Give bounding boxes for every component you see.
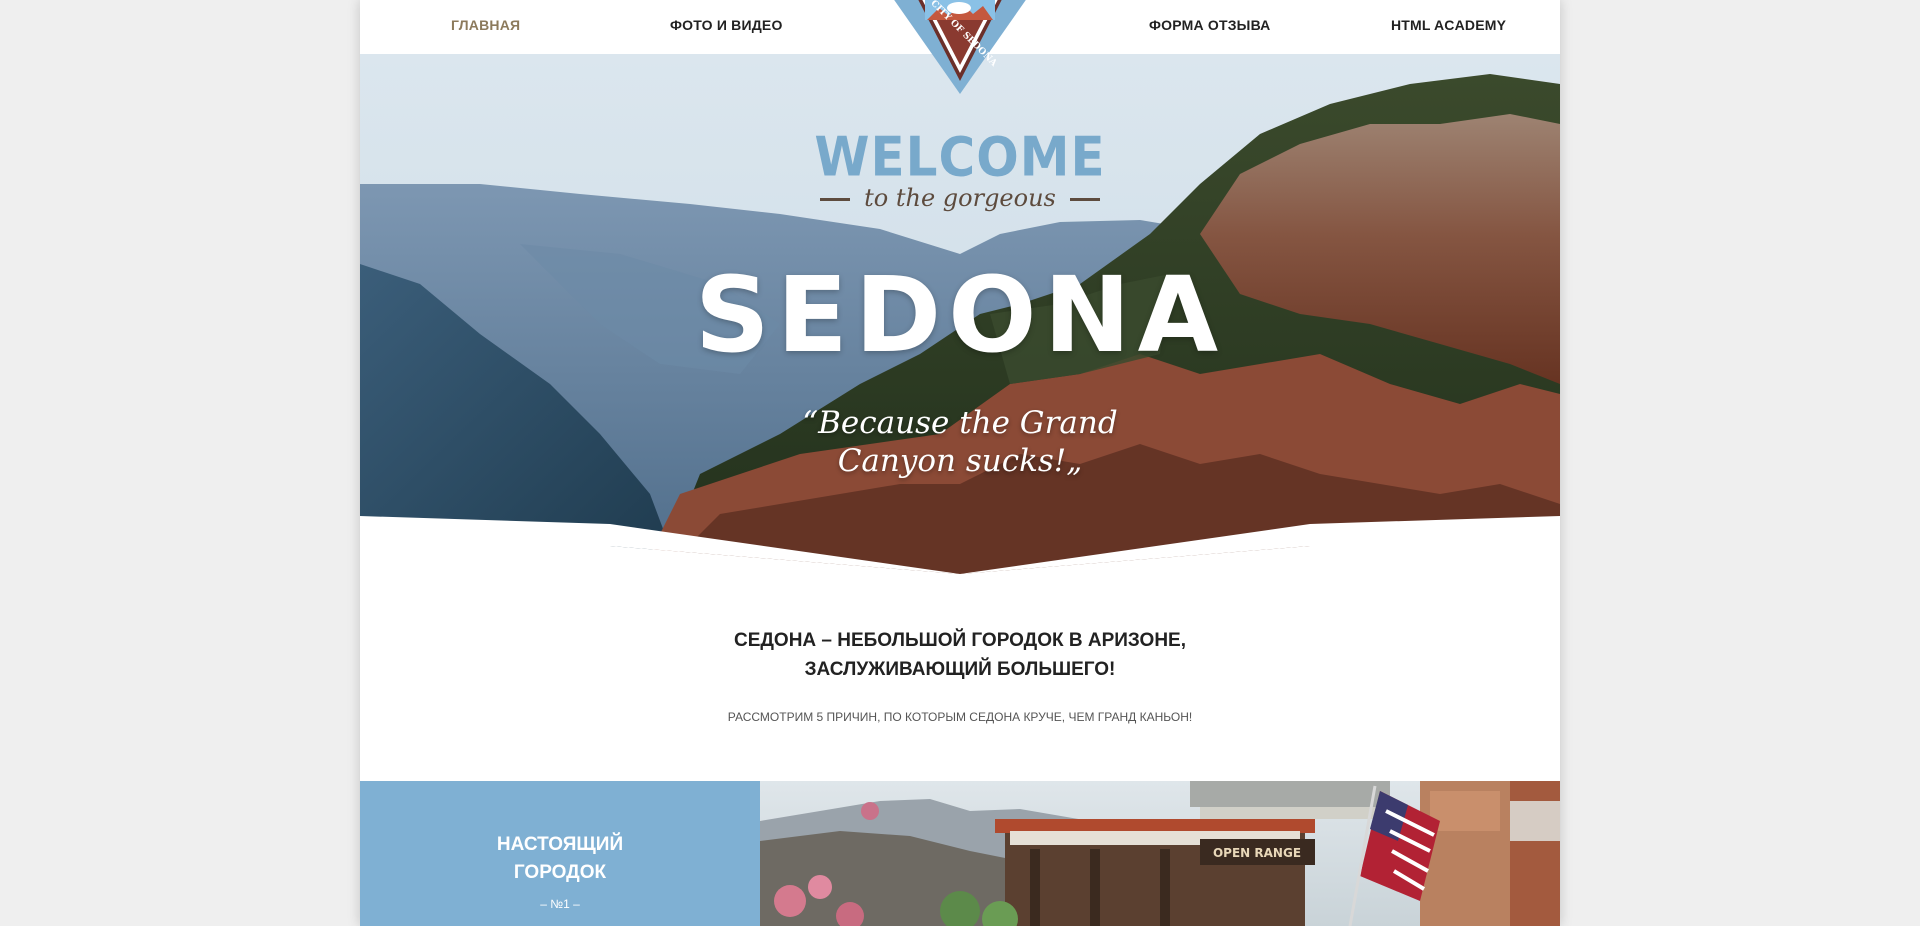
feature-title-line1: НАСТОЯЩИЙ <box>496 834 624 855</box>
nav-link-photo-video[interactable]: ФОТО И ВИДЕО <box>670 17 783 33</box>
feature-number: – №1 – <box>540 897 580 911</box>
city-logo[interactable]: CITY OF SEDONA <box>869 0 1051 94</box>
hero-subtitle-text: to the gorgeous <box>864 184 1056 212</box>
nav-link-home[interactable]: ГЛАВНАЯ <box>451 17 520 33</box>
intro-title-line2: ЗАСЛУЖИВАЮЩИЙ БОЛЬШЕГО! <box>804 659 1116 680</box>
hero-tagline-line1: “Because the Grand <box>802 405 1118 441</box>
hero-welcome: WELCOME <box>814 125 1106 189</box>
feature-card: НАСТОЯЩИЙ ГОРОДОК – №1 – <box>360 781 760 926</box>
feature-town-image: OPEN RANGE <box>760 781 1560 926</box>
intro-text: РАССМОТРИМ 5 ПРИЧИН, ПО КОТОРЫМ СЕДОНА К… <box>727 710 1193 724</box>
hero-tagline-line2: Canyon sucks!„ <box>837 443 1083 479</box>
hero-tagline: “Because the Grand Canyon sucks!„ <box>360 404 1560 480</box>
hero-section: WELCOME to the gorgeous SEDONA “Because … <box>360 54 1560 574</box>
dash-left <box>820 198 851 201</box>
intro-title: СЕДОНА – НЕБОЛЬШОЙ ГОРОДОК В АРИЗОНЕ, ЗА… <box>360 626 1560 684</box>
page: ГЛАВНАЯ ФОТО И ВИДЕО ФОРМА ОТЗЫВА HTML A… <box>360 0 1560 926</box>
nav-link-html-academy[interactable]: HTML ACADEMY <box>1391 17 1506 33</box>
hero-subtitle: to the gorgeous <box>360 184 1560 212</box>
hero-title: SEDONA <box>694 254 1226 376</box>
feature-title-line2: ГОРОДОК <box>513 862 607 883</box>
sign-text: OPEN RANGE <box>1213 846 1301 860</box>
dash-right <box>1069 198 1100 201</box>
nav-link-feedback-form[interactable]: ФОРМА ОТЗЫВА <box>1149 17 1271 33</box>
intro-title-line1: СЕДОНА – НЕБОЛЬШОЙ ГОРОДОК В АРИЗОНЕ, <box>733 630 1187 651</box>
feature-title: НАСТОЯЩИЙ ГОРОДОК <box>360 831 760 887</box>
